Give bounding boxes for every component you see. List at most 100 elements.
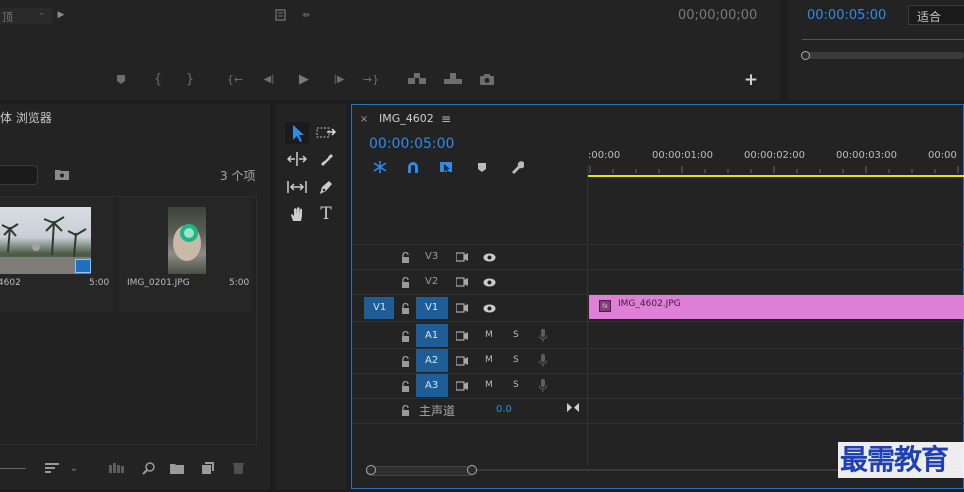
razor-tool-icon[interactable] (314, 148, 338, 170)
sort-icon[interactable] (44, 461, 60, 475)
scroll-handle-right[interactable] (467, 465, 477, 475)
track-target-a1[interactable]: A1 (416, 324, 448, 347)
insert-icon[interactable] (407, 71, 427, 87)
scroll-thumb[interactable] (366, 466, 474, 476)
solo-button[interactable]: S (513, 330, 519, 340)
add-marker-icon[interactable] (475, 160, 489, 174)
item-thumbnail (168, 207, 206, 274)
go-to-in-icon[interactable]: {← (227, 71, 243, 87)
wrench-icon[interactable] (509, 160, 525, 174)
master-volume-value[interactable]: 0.0 (496, 404, 512, 415)
sequence-tab-name[interactable]: IMG_4602 (379, 112, 434, 125)
microphone-icon[interactable] (537, 328, 549, 343)
hand-tool-icon[interactable] (285, 203, 309, 225)
step-back-icon[interactable]: ◀| (261, 71, 277, 87)
pen-tool-icon[interactable] (314, 176, 338, 198)
new-item-icon[interactable] (200, 461, 216, 475)
source-dropdown[interactable]: 顶 ⌄ (0, 8, 52, 24)
add-button-icon[interactable]: + (743, 70, 759, 90)
item-thumbnail (0, 207, 91, 274)
lock-icon[interactable] (399, 354, 411, 368)
program-timecode: 00:00:05:00 (807, 8, 887, 23)
marker-icon[interactable] (114, 72, 128, 86)
sequence-badge-icon (75, 259, 91, 273)
zoom-slider[interactable] (0, 468, 26, 469)
new-bin-icon[interactable] (169, 461, 185, 475)
program-zoom-bar[interactable] (801, 51, 964, 60)
track-target-v1[interactable]: V1 (416, 297, 448, 319)
track-target-a3[interactable]: A3 (416, 374, 448, 397)
sync-lock-icon[interactable] (455, 250, 469, 264)
eye-icon[interactable] (481, 301, 497, 315)
chevron-down-icon[interactable]: ⌄ (68, 461, 80, 475)
track-label[interactable]: V2 (425, 276, 438, 287)
lock-icon[interactable] (399, 301, 411, 315)
lock-icon[interactable] (399, 250, 411, 264)
export-frame-icon[interactable] (273, 8, 287, 22)
sequence-timecode[interactable]: 00:00:05:00 (369, 136, 454, 152)
microphone-icon[interactable] (537, 378, 549, 393)
settings-arrows-icon[interactable]: ⇻ (297, 8, 315, 22)
project-item[interactable]: IMG_0201.JPG 5:00 (118, 197, 252, 312)
eye-icon[interactable] (481, 275, 497, 289)
ripple-edit-tool-icon[interactable] (285, 148, 309, 170)
lock-icon[interactable] (399, 379, 411, 393)
video-clip[interactable]: fx IMG_4602.JPG (589, 295, 964, 319)
slip-tool-icon[interactable] (285, 176, 309, 198)
lock-icon[interactable] (399, 275, 411, 289)
track-target-a2[interactable]: A2 (416, 349, 448, 372)
mute-button[interactable]: M (485, 380, 493, 390)
search-input[interactable] (0, 165, 38, 185)
automate-icon[interactable] (108, 462, 126, 474)
close-tab-icon[interactable]: × (358, 113, 370, 125)
microphone-icon[interactable] (537, 353, 549, 368)
sync-lock-icon[interactable] (455, 379, 469, 393)
solo-button[interactable]: S (513, 355, 519, 365)
sync-lock-icon[interactable] (455, 275, 469, 289)
type-tool-icon[interactable]: T (314, 203, 338, 225)
overwrite-icon[interactable] (443, 71, 463, 87)
ruler-tick-label: :00:00 (588, 150, 621, 161)
camera-icon[interactable] (479, 71, 495, 87)
mute-button[interactable]: M (485, 355, 493, 365)
nest-icon[interactable] (372, 160, 388, 174)
track-label: A3 (425, 380, 439, 391)
mark-out-icon[interactable]: } (183, 71, 197, 87)
source-patch-v1[interactable]: V1 (364, 297, 394, 319)
zoom-handle[interactable] (801, 51, 810, 60)
project-item[interactable]: IMG_4602 5:00 (0, 197, 113, 312)
lock-icon[interactable] (399, 403, 411, 417)
program-scrub-bar[interactable] (802, 39, 964, 40)
sync-lock-icon[interactable] (455, 329, 469, 343)
program-monitor-panel: 00:00:05:00 适合 (788, 0, 964, 100)
snap-magnet-icon[interactable] (405, 160, 421, 174)
lock-icon[interactable] (399, 329, 411, 343)
mute-button[interactable]: M (485, 330, 493, 340)
step-forward-icon[interactable]: |▶ (331, 71, 347, 87)
trash-icon[interactable] (230, 461, 246, 475)
sync-lock-icon[interactable] (455, 354, 469, 368)
search-folder-icon[interactable] (54, 167, 70, 181)
mark-in-icon[interactable]: { (151, 71, 165, 87)
sync-lock-icon[interactable] (455, 301, 469, 315)
find-icon[interactable] (140, 461, 156, 475)
linked-selection-icon[interactable] (439, 160, 455, 174)
scroll-handle-left[interactable] (366, 465, 376, 475)
track-row-a2: A2 M S (352, 348, 964, 374)
panel-menu-icon[interactable]: ≡ (439, 112, 453, 126)
go-to-out-icon[interactable]: →} (363, 71, 379, 87)
time-ruler[interactable]: :00:00 00:00:01:00 00:00:02:00 00:00:03:… (588, 135, 964, 179)
play-icon[interactable]: ▶ (296, 71, 312, 87)
eye-icon[interactable] (481, 250, 497, 264)
track-label: A1 (425, 330, 439, 341)
selection-tool[interactable] (285, 122, 309, 144)
go-to-end-icon[interactable] (566, 401, 580, 413)
solo-button[interactable]: S (513, 380, 519, 390)
play-small-icon[interactable]: ▶ (56, 9, 66, 21)
track-select-tool-icon[interactable] (314, 122, 338, 144)
fx-icon: fx (599, 300, 611, 312)
track-label[interactable]: V3 (425, 251, 438, 262)
fit-dropdown-label: 适合 (917, 10, 942, 24)
fit-dropdown[interactable]: 适合 (908, 5, 964, 25)
work-area-bar[interactable] (588, 175, 964, 177)
